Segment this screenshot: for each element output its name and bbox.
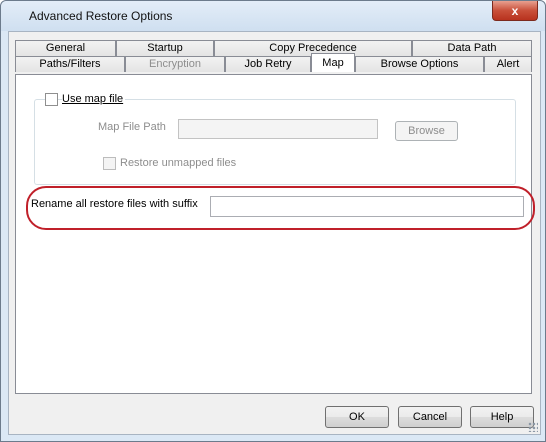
tab-map[interactable]: Map [311, 53, 355, 72]
tab-browse-options[interactable]: Browse Options [355, 56, 484, 72]
close-icon: x [511, 3, 519, 18]
restore-unmapped-files-label: Restore unmapped files [120, 157, 237, 169]
map-tab-panel: Use map file Map File Path Browse Restor… [15, 74, 532, 394]
tab-encryption: Encryption [125, 56, 225, 72]
highlight-ellipse [26, 186, 535, 230]
title-bar[interactable]: Advanced Restore Options x [1, 1, 545, 31]
use-map-file-label: Use map file [62, 93, 126, 105]
map-file-path-input [178, 119, 378, 139]
ok-button[interactable]: OK [325, 406, 389, 428]
restore-unmapped-files-checkbox [103, 157, 116, 170]
close-button[interactable]: x [492, 1, 538, 21]
map-file-path-label: Map File Path [98, 121, 166, 133]
window-title: Advanced Restore Options [29, 9, 173, 23]
dialog-client-area: General Startup Copy Precedence Data Pat… [8, 31, 541, 435]
tab-startup[interactable]: Startup [116, 40, 214, 56]
tab-paths-filters[interactable]: Paths/Filters [15, 56, 125, 72]
use-map-file-checkbox[interactable] [45, 93, 58, 106]
tab-general[interactable]: General [15, 40, 116, 56]
map-file-groupbox [34, 99, 516, 185]
browse-button: Browse [395, 121, 458, 141]
help-button[interactable]: Help [470, 406, 534, 428]
advanced-restore-options-dialog: Advanced Restore Options x General Start… [0, 0, 546, 442]
cancel-button[interactable]: Cancel [398, 406, 462, 428]
tab-job-retry[interactable]: Job Retry [225, 56, 311, 72]
tab-data-path[interactable]: Data Path [412, 40, 532, 56]
resize-grip-icon[interactable] [528, 422, 538, 432]
tab-alert[interactable]: Alert [484, 56, 532, 72]
